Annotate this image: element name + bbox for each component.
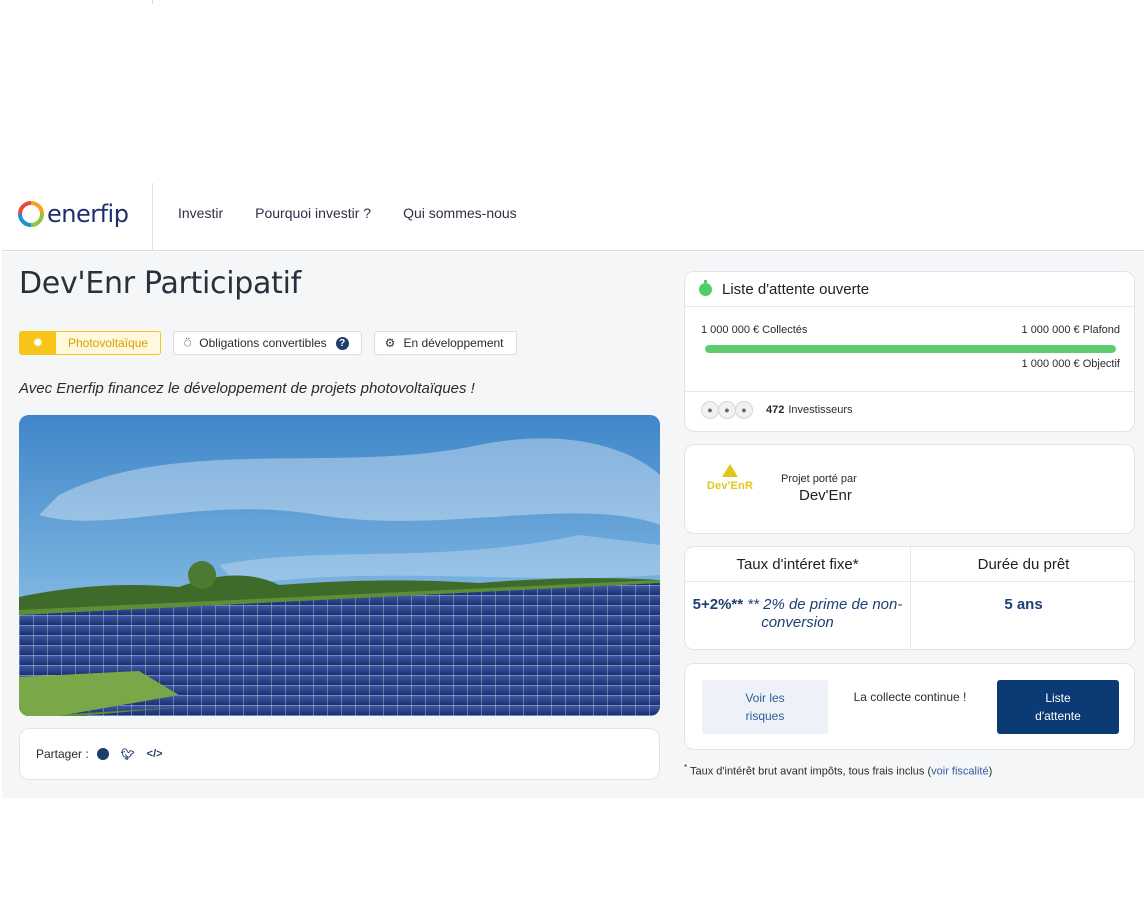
duration-value: 5 ans [1004, 596, 1043, 613]
goal-amount: 1 000 000 € Objectif [1021, 358, 1120, 370]
rate-note: ** 2% de prime de non-conversion [747, 596, 903, 631]
facebook-icon[interactable]: f [96, 748, 109, 760]
stopwatch-icon [699, 279, 712, 296]
project-tags: ✹ Photovoltaïque ⍥ Obligations convertib… [19, 331, 529, 355]
tax-footnote: * Taux d'intérêt brut avant impôts, tous… [684, 763, 993, 778]
nav-qui-sommes-nous[interactable]: Qui sommes-nous [403, 205, 517, 221]
tag-label: Photovoltaïque [68, 336, 149, 350]
status-title: Liste d'attente ouverte [722, 280, 870, 298]
project-photo [19, 415, 660, 716]
devenr-logo[interactable]: Dev'EnR [705, 464, 755, 492]
project-lead: Avec Enerfip financez le développement d… [19, 380, 475, 397]
investors-label: Investisseurs [788, 404, 853, 416]
share-bar: Partager : f 🐦︎ </> [19, 728, 660, 780]
funding-status-card: Liste d'attente ouverte 1 000 000 € Coll… [684, 271, 1135, 432]
cap-amount: 1 000 000 € Plafond [1021, 324, 1120, 336]
main-nav: Investir Pourquoi investir ? Qui sommes-… [178, 205, 549, 221]
project-main: Dev'Enr Participatif ✹ Photovoltaïque ⍥ … [2, 252, 1144, 798]
interest-rate-column: Taux d'intéret fixe* 5+2%** ** 2% de pri… [685, 547, 911, 649]
enerfip-logo-icon [18, 201, 44, 227]
embed-code-icon[interactable]: </> [147, 748, 163, 760]
avatar-icon: ● [718, 401, 736, 419]
share-label: Partager : [36, 747, 89, 761]
card-divider [685, 391, 1134, 392]
nav-investir[interactable]: Investir [178, 205, 223, 221]
rate-number: 5+2%** [692, 596, 744, 613]
avatar-icon: ● [701, 401, 719, 419]
tag-obligations[interactable]: ⍥ Obligations convertibles ? [173, 331, 362, 355]
top-divider [152, 0, 153, 4]
rate-header: Taux d'intéret fixe* [685, 547, 910, 582]
view-risks-button[interactable]: Voir les risques [702, 680, 828, 734]
tag-photovoltaique[interactable]: ✹ Photovoltaïque [19, 331, 162, 355]
page-title: Dev'Enr Participatif [19, 266, 301, 301]
header-divider [152, 183, 153, 251]
nav-pourquoi-investir[interactable]: Pourquoi investir ? [255, 205, 371, 221]
collected-amount: 1 000 000 € Collectés [701, 324, 808, 336]
tag-developpement[interactable]: ⚙ En développement [373, 331, 517, 355]
help-icon[interactable]: ? [335, 336, 349, 350]
devenr-logo-text: Dev'EnR [706, 480, 754, 492]
footnote-end: ) [988, 765, 993, 778]
enerfip-logo[interactable]: enerfip [18, 200, 129, 228]
site-header: enerfip Investir Pourquoi investir ? Qui… [2, 183, 1144, 251]
sun-icon: ✹ [20, 332, 56, 354]
progress-fill [705, 345, 1116, 353]
carrier-label: Projet porté par [781, 473, 857, 485]
project-carrier-card: Dev'EnR Projet porté par Dev'Enr [684, 444, 1135, 534]
tag-label: En développement [403, 336, 504, 350]
progress-bar [705, 345, 1116, 353]
award-icon: ⍥ [184, 335, 192, 350]
footnote-text: Taux d'intérêt brut avant impôts, tous f… [689, 765, 932, 778]
twitter-icon[interactable]: 🐦︎ [121, 748, 135, 761]
rate-value: 5+2%** ** 2% de prime de non-conversion [685, 596, 910, 632]
investors-row: ● ● ● 472 Investisseurs [701, 401, 853, 419]
investors-count: 472 [766, 404, 785, 416]
collection-status-text: La collecte continue ! [853, 690, 967, 704]
triangle-logo-icon [722, 464, 738, 477]
loan-terms-card: Taux d'intéret fixe* 5+2%** ** 2% de pri… [684, 546, 1135, 650]
actions-card: Voir les risques La collecte continue ! … [684, 663, 1135, 750]
duration-header: Durée du prêt [911, 547, 1134, 582]
carrier-name: Dev'Enr [799, 487, 852, 504]
gears-icon: ⚙ [384, 336, 396, 350]
waitlist-button[interactable]: Liste d'attente [997, 680, 1119, 734]
status-header: Liste d'attente ouverte [685, 272, 1134, 307]
duration-column: Durée du prêt 5 ans [911, 547, 1134, 649]
funding-row: 1 000 000 € Collectés 1 000 000 € Plafon… [701, 324, 1120, 336]
logo-text: enerfip [47, 200, 129, 228]
avatar-icon: ● [735, 401, 753, 419]
tax-link[interactable]: voir fiscalité [931, 766, 988, 778]
tag-label: Obligations convertibles [199, 336, 327, 350]
